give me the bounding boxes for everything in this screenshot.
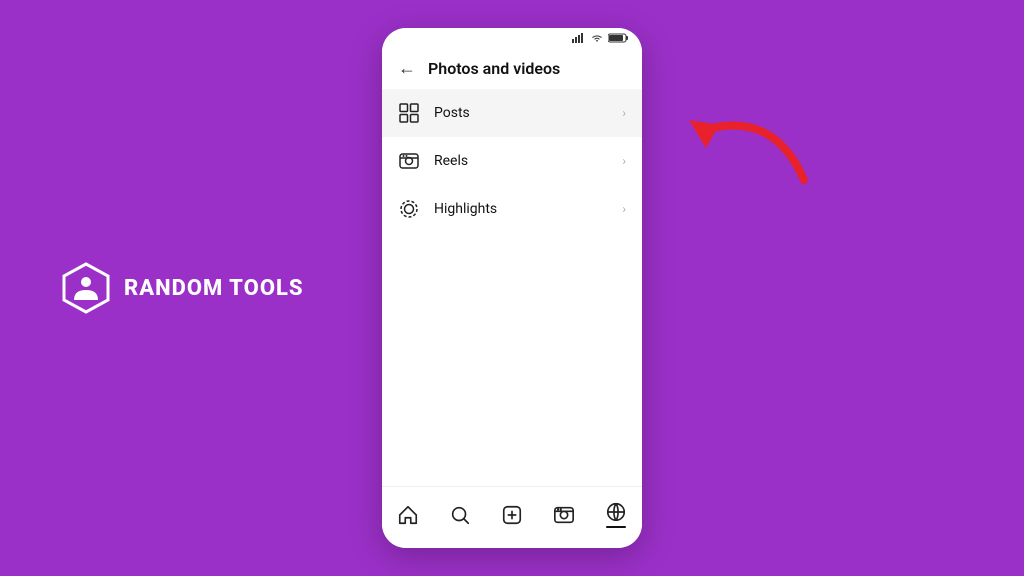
- signal-icon: [572, 33, 586, 43]
- menu-item-reels[interactable]: Reels ›: [382, 137, 642, 185]
- status-icons: [572, 33, 630, 43]
- highlights-icon: [398, 198, 420, 220]
- menu-item-posts[interactable]: Posts ›: [382, 89, 642, 137]
- header-title: Photos and videos: [428, 59, 560, 78]
- nav-home[interactable]: [387, 500, 429, 530]
- red-arrow-annotation: [644, 100, 824, 234]
- nav-add[interactable]: [491, 500, 533, 530]
- menu-list: Posts › Reels ›: [382, 89, 642, 486]
- posts-label: Posts: [434, 105, 622, 121]
- nav-reels[interactable]: [543, 500, 585, 530]
- posts-chevron: ›: [622, 106, 626, 120]
- highlights-chevron: ›: [622, 202, 626, 216]
- battery-icon: [608, 33, 630, 43]
- wifi-icon: [590, 33, 604, 43]
- highlights-label: Highlights: [434, 201, 622, 217]
- profile-nav-icon: [605, 501, 627, 523]
- brand-logo: RANDOM TOOLS: [60, 262, 304, 314]
- phone-screen: ← Photos and videos Posts ›: [382, 28, 642, 548]
- home-icon: [397, 504, 419, 526]
- brand-title: RANDOM TOOLS: [124, 276, 304, 301]
- reels-chevron: ›: [622, 154, 626, 168]
- reels-icon: [398, 150, 420, 172]
- status-bar: [382, 28, 642, 48]
- app-header: ← Photos and videos: [382, 48, 642, 89]
- posts-icon: [398, 102, 420, 124]
- menu-item-highlights[interactable]: Highlights ›: [382, 185, 642, 233]
- reels-label: Reels: [434, 153, 622, 169]
- brand-icon: [60, 262, 112, 314]
- reels-nav-icon: [553, 504, 575, 526]
- add-nav-icon: [501, 504, 523, 526]
- nav-search[interactable]: [439, 500, 481, 530]
- search-nav-icon: [449, 504, 471, 526]
- back-button[interactable]: ←: [398, 58, 416, 79]
- nav-profile[interactable]: [595, 497, 637, 532]
- bottom-nav: [382, 486, 642, 548]
